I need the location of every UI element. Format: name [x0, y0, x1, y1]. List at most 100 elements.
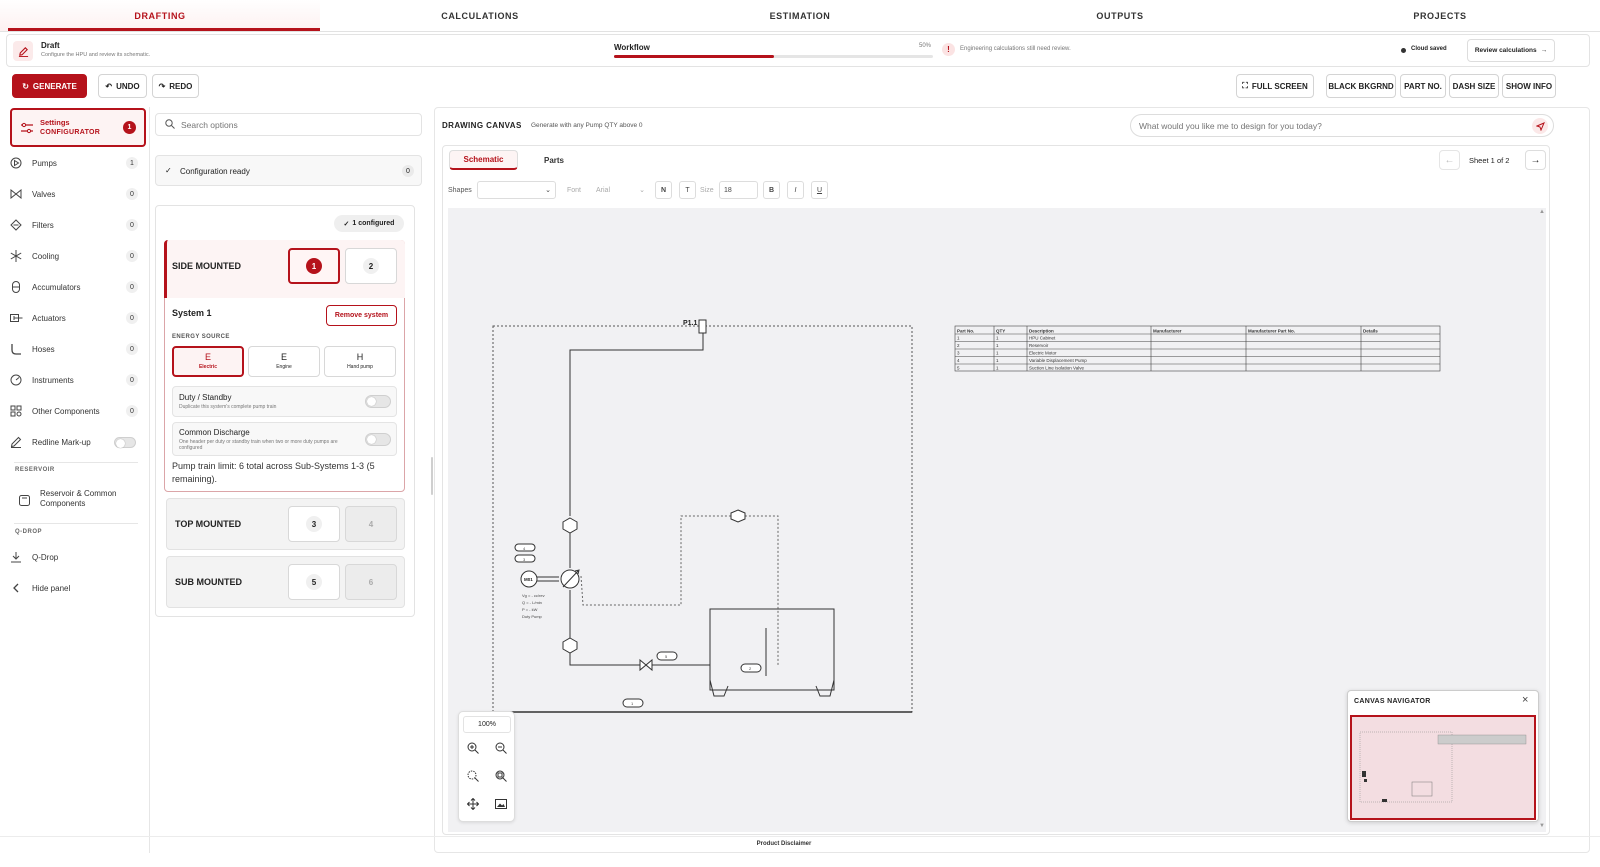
- top-mounted-label: TOP MOUNTED: [175, 519, 242, 529]
- duty-standby-toggle[interactable]: [365, 395, 391, 408]
- count-badge: 0: [126, 312, 138, 324]
- redo-button[interactable]: ↷ REDO: [152, 74, 199, 98]
- energy-label: Engine: [276, 364, 292, 370]
- undo-icon: ↶: [105, 81, 113, 91]
- sidebar-item-filters[interactable]: Filters 0: [8, 214, 140, 236]
- sliders-icon: [20, 121, 34, 139]
- next-sheet-button[interactable]: →: [1525, 150, 1546, 170]
- tab-schematic[interactable]: Schematic: [449, 150, 518, 170]
- sidebar-item-instruments[interactable]: Instruments 0: [8, 369, 140, 391]
- parts-table-header: Manufacturer Part No.: [1248, 329, 1295, 334]
- tab-estimation[interactable]: ESTIMATION: [640, 0, 960, 31]
- side-mounted-option-1[interactable]: 1: [288, 248, 340, 284]
- ai-prompt-input[interactable]: [1139, 120, 1519, 131]
- sidebar-item-reservoir[interactable]: Reservoir & Common Components: [16, 486, 146, 516]
- tab-outputs[interactable]: OUTPUTS: [960, 0, 1280, 31]
- font-select[interactable]: Arial ⌄: [592, 181, 649, 199]
- pump-flow: Q = - L/min: [522, 600, 542, 605]
- side-mounted-option-2[interactable]: 2: [345, 248, 397, 284]
- sidebar-item-label: Valves: [32, 189, 56, 199]
- component-tag: P1.1: [683, 320, 698, 327]
- energy-option-engine[interactable]: E Engine: [248, 346, 320, 377]
- hide-panel-button[interactable]: Hide panel: [8, 577, 140, 599]
- ai-prompt-box[interactable]: [1130, 114, 1554, 137]
- zoom-out-button[interactable]: [491, 740, 511, 760]
- sidebar-item-actuators[interactable]: Actuators 0: [8, 307, 140, 329]
- zoom-area-button[interactable]: [463, 768, 483, 788]
- zoom-fit-icon: [495, 769, 507, 787]
- parts-table-cell: Electric Motor: [1029, 351, 1057, 356]
- sidebar-item-label: Hoses: [32, 344, 55, 354]
- bold-button[interactable]: B: [763, 181, 780, 199]
- remove-system-button[interactable]: Remove system: [326, 305, 397, 326]
- option-number: 1: [306, 258, 322, 274]
- sidebar-item-pumps[interactable]: Pumps 1: [8, 152, 140, 174]
- sub-mounted-option-5[interactable]: 5: [288, 564, 340, 600]
- top-mounted-option-3[interactable]: 3: [288, 506, 340, 542]
- tab-parts[interactable]: Parts: [530, 150, 578, 170]
- underline-button[interactable]: U: [811, 181, 828, 199]
- sidebar-item-settings-configurator[interactable]: Settings CONFIGURATOR 1: [10, 108, 146, 147]
- parts-table-cell: Reservoir: [1029, 343, 1049, 348]
- generate-button[interactable]: ↻ GENERATE: [12, 74, 87, 98]
- review-calculations-button[interactable]: Review calculations →: [1467, 39, 1555, 62]
- energy-option-electric[interactable]: E Electric: [172, 346, 244, 377]
- parts-table-cell: 1: [996, 336, 999, 341]
- black-background-button[interactable]: BLACK BKGRND: [1326, 74, 1396, 98]
- energy-option-hand-pump[interactable]: H Hand pump: [324, 346, 396, 377]
- normal-text-button[interactable]: N: [655, 181, 672, 199]
- full-screen-button[interactable]: ⛶ FULL SCREEN: [1236, 74, 1314, 98]
- sidebar-item-other-components[interactable]: Other Components 0: [8, 400, 140, 422]
- configured-badge: ✓ 1 configured: [334, 215, 404, 232]
- dash-size-label: DASH SIZE: [1452, 81, 1496, 91]
- size-input[interactable]: 18: [719, 181, 758, 199]
- sidebar-item-q-drop[interactable]: Q-Drop: [8, 546, 140, 568]
- part-no-button[interactable]: PART NO.: [1400, 74, 1446, 98]
- dash-size-button[interactable]: DASH SIZE: [1449, 74, 1499, 98]
- navigator-viewport[interactable]: [1350, 715, 1536, 820]
- common-discharge-toggle[interactable]: [365, 433, 391, 446]
- count-badge: 1: [126, 157, 138, 169]
- generate-label: GENERATE: [32, 81, 77, 91]
- text-tool-button[interactable]: T: [679, 181, 696, 199]
- search-input[interactable]: [181, 119, 411, 130]
- download-icon: [8, 549, 24, 565]
- chevron-down-icon: ⌄: [545, 187, 551, 194]
- product-disclaimer-link[interactable]: Product Disclaimer: [0, 841, 1568, 847]
- export-image-button[interactable]: [491, 796, 511, 816]
- sidebar-item-label: Actuators: [32, 313, 66, 323]
- tab-projects[interactable]: PROJECTS: [1280, 0, 1600, 31]
- send-icon[interactable]: [1532, 118, 1548, 134]
- divider: [14, 462, 138, 463]
- close-icon[interactable]: ×: [1522, 694, 1528, 706]
- pan-button[interactable]: [463, 796, 483, 816]
- panel-resize-handle[interactable]: [431, 457, 433, 495]
- sidebar-item-hoses[interactable]: Hoses 0: [8, 338, 140, 360]
- italic-button[interactable]: I: [787, 181, 804, 199]
- sidebar-item-accumulators[interactable]: Accumulators 0: [8, 276, 140, 298]
- energy-letter: H: [356, 352, 364, 362]
- tab-drafting[interactable]: DRAFTING: [0, 0, 320, 31]
- zoom-in-button[interactable]: [463, 740, 483, 760]
- zoom-fit-button[interactable]: [491, 768, 511, 788]
- shapes-select[interactable]: ⌄: [477, 181, 556, 199]
- redline-toggle[interactable]: [114, 437, 136, 448]
- system-title: System 1: [172, 308, 212, 318]
- tab-calculations[interactable]: CALCULATIONS: [320, 0, 640, 31]
- count-badge: 0: [126, 374, 138, 386]
- configurator-badge: 1: [123, 121, 136, 134]
- sidebar-item-cooling[interactable]: Cooling 0: [8, 245, 140, 267]
- energy-label: Hand pump: [347, 364, 373, 370]
- previous-sheet-button[interactable]: ←: [1439, 150, 1460, 170]
- common-discharge-row: Common Discharge One header per duty or …: [172, 422, 397, 456]
- workflow-progress-bar: [614, 55, 933, 58]
- duty-standby-desc: Duplicate this system's complete pump tr…: [179, 404, 277, 410]
- font-label: Font: [567, 187, 582, 194]
- sidebar-item-valves[interactable]: Valves 0: [8, 183, 140, 205]
- show-info-button[interactable]: SHOW INFO: [1502, 74, 1556, 98]
- undo-button[interactable]: ↶ UNDO: [98, 74, 147, 98]
- pump-role: Duty Pump: [522, 614, 543, 619]
- show-info-label: SHOW INFO: [1505, 81, 1553, 91]
- search-box[interactable]: [155, 113, 422, 136]
- parts-table-cell: 3: [957, 351, 960, 356]
